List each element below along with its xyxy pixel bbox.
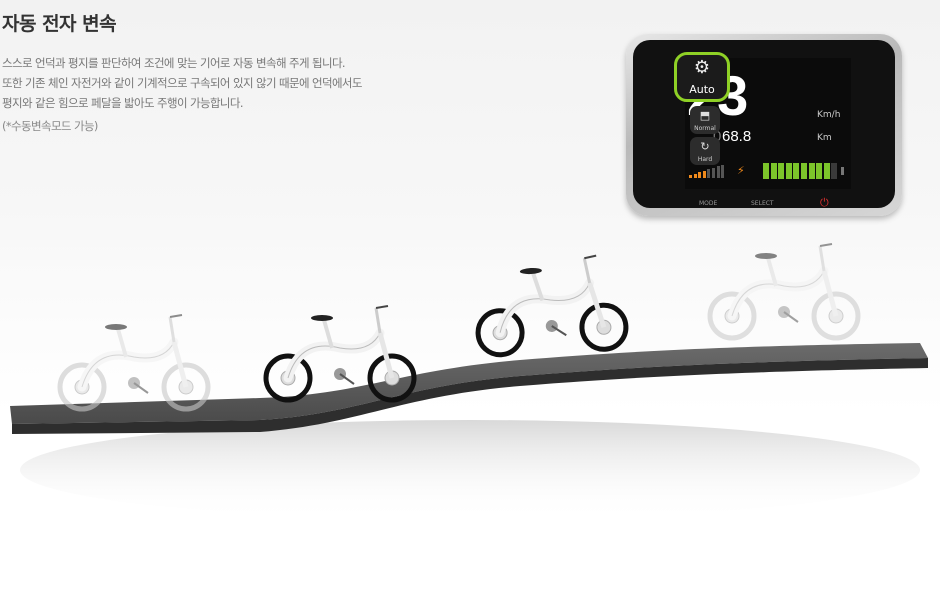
power-icon[interactable]: ⏻ <box>820 196 829 210</box>
assist-bar <box>712 167 715 178</box>
odometer-unit: Km <box>817 133 832 143</box>
auto-mode-label: Auto <box>689 83 715 96</box>
assist-bar <box>689 175 692 178</box>
assist-bar <box>716 166 720 178</box>
hard-mode-button[interactable]: ↻ Hard <box>690 137 720 165</box>
assist-bar <box>707 169 711 178</box>
battery-cell <box>831 163 838 179</box>
assist-bar <box>693 173 697 178</box>
bolt-icon: ⚡ <box>737 164 745 177</box>
battery-cell <box>763 163 769 179</box>
bicycle-faded <box>710 244 858 338</box>
select-button[interactable]: SELECT <box>751 200 774 207</box>
auto-mode-button[interactable]: ⚙ Auto <box>674 52 730 102</box>
hard-mode-icon: ↻ <box>700 140 710 153</box>
assist-bar <box>698 172 702 178</box>
mode-button[interactable]: MODE <box>699 200 717 207</box>
battery-cell <box>823 163 830 179</box>
battery-tip <box>841 167 844 175</box>
battery-cell <box>816 163 823 179</box>
bike-display-device: 23 Km/h 0 68.8 Km ⚡ ⬒ Normal ↻ Hard ⚙ Au… <box>626 34 902 216</box>
normal-mode-label: Normal <box>694 125 716 132</box>
battery-cell <box>785 163 792 179</box>
speed-unit: Km/h <box>817 110 841 120</box>
battery-cell <box>808 163 815 179</box>
assist-bar <box>721 164 725 178</box>
assist-level-bars <box>689 164 727 178</box>
gear-icon: ⚙ <box>693 57 711 78</box>
normal-mode-icon: ⬒ <box>699 109 711 122</box>
assist-bar <box>702 170 706 178</box>
battery-gauge <box>763 163 844 179</box>
hard-mode-label: Hard <box>697 156 713 163</box>
bicycle-faded <box>60 315 208 409</box>
normal-mode-button[interactable]: ⬒ Normal <box>690 106 720 134</box>
battery-cell <box>778 163 785 179</box>
battery-cell <box>801 163 807 179</box>
battery-cell <box>770 163 777 179</box>
odometer-value: 68.8 <box>722 128 752 145</box>
battery-cell <box>793 163 800 179</box>
display-bezel: 23 Km/h 0 68.8 Km ⚡ ⬒ Normal ↻ Hard ⚙ Au… <box>633 40 895 210</box>
bicycle <box>474 254 627 356</box>
